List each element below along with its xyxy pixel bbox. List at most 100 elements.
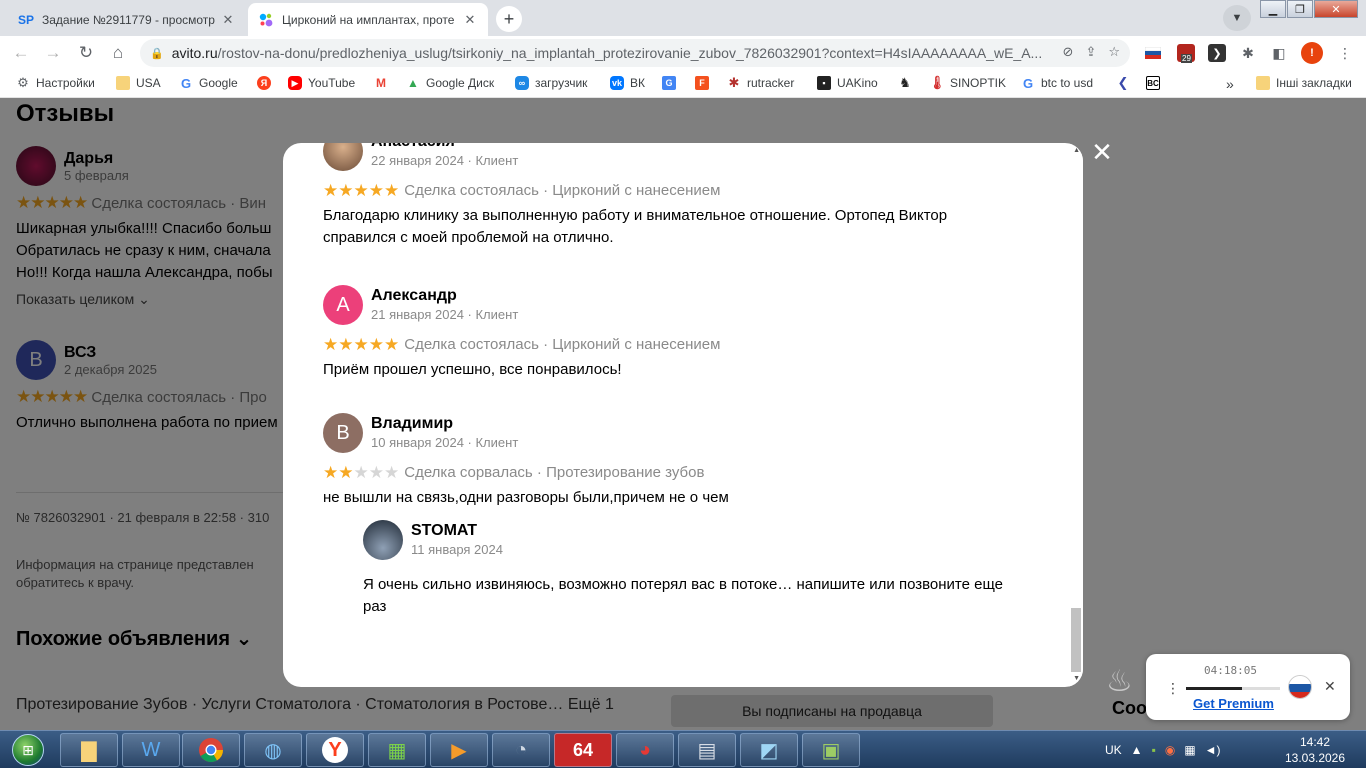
bookmark-usa[interactable]: USA [116, 76, 161, 90]
more-menu-icon[interactable]: ⋮ [1336, 44, 1354, 62]
tray-expand-icon[interactable]: ▲ [1131, 743, 1143, 757]
home-icon[interactable]: ⌂ [107, 42, 129, 64]
translate-icon[interactable]: ⊘ [1063, 44, 1074, 60]
bookmark-gmail[interactable]: M [374, 76, 394, 90]
media-icon[interactable]: ▦ [368, 733, 426, 767]
close-icon[interactable]: ✕ [1090, 139, 1114, 165]
tab-search-chevron-icon[interactable]: ▼ [1223, 5, 1251, 31]
subscribed-bar[interactable]: Вы подписаны на продавца [671, 695, 993, 727]
clock-app-icon[interactable]: ◔ [492, 733, 550, 767]
russia-flag-extension-icon[interactable] [1144, 44, 1162, 62]
modal-scrollbar[interactable]: ▲ ▼ [1069, 143, 1083, 687]
reviewer-name: Анастасия [371, 143, 518, 152]
tab-task[interactable]: SP Задание №2911779 - просмотр ✕ [8, 3, 246, 36]
yandex-browser-icon[interactable]: Y [306, 733, 364, 767]
start-button[interactable]: ⊞ [2, 732, 54, 768]
lock-icon[interactable]: 🔒 [150, 47, 164, 60]
bookmark-star-icon[interactable]: ☆ [1108, 44, 1120, 60]
bookmark-vk[interactable]: vk ВК [610, 76, 645, 90]
review-text: Благодарю клинику за выполненную работу … [323, 207, 948, 246]
bookmark-google[interactable]: G Google [179, 76, 238, 91]
back-arrow-icon[interactable]: ← [10, 42, 32, 64]
bookmarks-overflow[interactable]: » [1226, 76, 1234, 92]
rutracker-icon: ✱ [728, 75, 740, 90]
bc-icon: BC [1146, 76, 1160, 90]
bookmark-label: Настройки [36, 76, 95, 90]
extension-badge-icon[interactable]: 29 [1177, 44, 1195, 63]
bookmark-bc[interactable]: BC [1146, 76, 1166, 90]
network-icon[interactable]: ▦ [1184, 743, 1195, 757]
rating-stars: ★★★★★ [323, 334, 399, 354]
window-close-button[interactable]: ✕ [1314, 0, 1358, 18]
share-icon[interactable]: ⇪ [1085, 44, 1096, 60]
deal-text: Сделка состоялась · Цирконий с нанесение… [404, 181, 721, 199]
puzzle-extensions-icon[interactable]: ✱ [1239, 44, 1257, 62]
shield-w-icon[interactable]: W [122, 733, 180, 767]
volume-icon[interactable]: ◄) [1205, 743, 1221, 757]
video-player-icon[interactable]: ▶ [430, 733, 488, 767]
bookmark-arrow[interactable]: ❮ [1116, 75, 1136, 90]
vpn-widget: ⋮ 04:18:05 Get Premium ✕ [1146, 654, 1350, 720]
bookmark-uakino[interactable]: ▪ UAKino [817, 76, 878, 90]
reload-icon[interactable]: ↻ [75, 42, 97, 64]
bookmark-yandex[interactable]: Я [257, 76, 277, 90]
russia-flag-icon[interactable] [1288, 675, 1312, 699]
bookmark-loader[interactable]: ∞ загрузчик [515, 76, 587, 90]
profile-avatar[interactable]: ! [1301, 42, 1323, 64]
avito-favicon-icon [258, 12, 274, 28]
scrollbar-thumb[interactable] [1071, 608, 1081, 672]
explorer-folder-icon[interactable]: ▇ [60, 733, 118, 767]
system-clock[interactable]: 14:42 13.03.2026 [1282, 734, 1348, 766]
star-empty-icon: ★ [384, 462, 399, 482]
bookmark-label: USA [136, 76, 161, 90]
bookmark-sinoptik[interactable]: 🌡 SINOPTIK [929, 75, 1007, 90]
star-filled-icon: ★ [368, 334, 384, 354]
more-menu-icon[interactable]: ⋮ [1166, 680, 1180, 697]
monitor-icon[interactable]: ▣ [802, 733, 860, 767]
chrome-icon[interactable] [182, 733, 240, 767]
close-icon[interactable]: ✕ [1324, 678, 1336, 695]
bookmark-settings[interactable]: ⚙ Настройки [16, 75, 95, 90]
deal-line: ★ ★ ★ ★ ★ Сделка сорвалась · Протезирование … [323, 461, 1023, 483]
bookmark-f[interactable]: F [695, 76, 715, 90]
f-app-icon: F [695, 76, 709, 90]
bookmark-chess[interactable]: ♞ [898, 75, 918, 90]
globe-icon[interactable]: ◍ [244, 733, 302, 767]
bookmark-other[interactable]: Інші закладки [1256, 76, 1352, 90]
tray-avast-icon[interactable]: ◉ [1165, 743, 1175, 757]
star-empty-icon: ★ [368, 462, 384, 482]
bookmark-rutracker[interactable]: ✱ rutracker [727, 75, 795, 90]
forward-arrow-icon[interactable]: → [42, 42, 64, 64]
notes-icon[interactable]: ◩ [740, 733, 798, 767]
bookmark-translate[interactable]: G [662, 76, 682, 90]
system-tray: UK ▲ ▪ ◉ ▦ ◄) [1105, 735, 1221, 765]
bookmark-btc[interactable]: Gbtc to usd [1021, 76, 1093, 91]
close-icon[interactable]: ✕ [462, 12, 478, 28]
address-bar[interactable]: 🔒 avito.ru/rostov-na-donu/predlozheniya_… [140, 39, 1130, 67]
language-indicator[interactable]: UK [1105, 743, 1122, 757]
tab-avito[interactable]: Цирконий на имплантах, проте ✕ [248, 3, 488, 36]
code-extension-icon[interactable]: ❯ [1208, 44, 1226, 62]
new-tab-button[interactable]: + [496, 6, 522, 32]
scroll-down-arrow-icon[interactable]: ▼ [1073, 675, 1080, 682]
scroll-up-arrow-icon[interactable]: ▲ [1073, 147, 1080, 154]
color-app-icon[interactable]: ◕ [616, 733, 674, 767]
maximize-button[interactable]: ❐ [1287, 0, 1313, 18]
windows-logo-icon: ⊞ [12, 734, 44, 766]
bookmark-label: ВК [630, 76, 645, 90]
google-drive-icon: ▲ [407, 76, 419, 90]
bookmark-youtube[interactable]: ▶ YouTube [288, 76, 355, 90]
get-premium-link[interactable]: Get Premium [1193, 696, 1274, 711]
reviews-scroll-area[interactable]: Анастасия22 января 2024 · Клиент ★★★★★ С… [283, 143, 1069, 687]
close-icon[interactable]: ✕ [220, 12, 236, 28]
clock-date: 13.03.2026 [1284, 751, 1346, 765]
aida64-icon[interactable]: 64 [554, 733, 612, 767]
bookmark-google-drive[interactable]: ▲ Google Диск [406, 76, 494, 90]
minimize-button[interactable]: ▁ [1260, 0, 1286, 18]
bookmark-label: SINOPTIK [950, 76, 1007, 90]
side-panel-icon[interactable]: ◧ [1270, 44, 1288, 62]
calculator-icon[interactable]: ▤ [678, 733, 736, 767]
url-host: avito.ru [171, 45, 218, 61]
star-filled-icon: ★ [323, 462, 338, 482]
tray-app-icon[interactable]: ▪ [1152, 743, 1156, 757]
